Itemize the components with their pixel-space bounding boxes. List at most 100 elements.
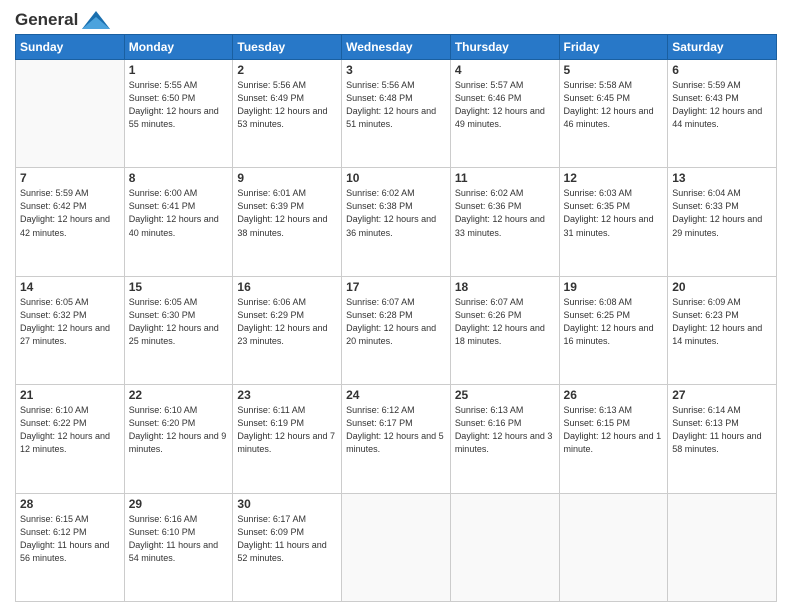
calendar-table: SundayMondayTuesdayWednesdayThursdayFrid… bbox=[15, 34, 777, 602]
day-cell: 12 Sunrise: 6:03 AMSunset: 6:35 PMDayligh… bbox=[559, 168, 668, 276]
day-cell: 11Sunrise: 6:02 AMSunset: 6:36 PMDayligh… bbox=[450, 168, 559, 276]
day-number: 21 bbox=[20, 388, 120, 402]
day-cell bbox=[559, 493, 668, 601]
cell-info: Sunrise: 6:09 AMSunset: 6:23 PMDaylight:… bbox=[672, 296, 772, 348]
cell-info: Sunrise: 5:55 AMSunset: 6:50 PMDaylight:… bbox=[129, 79, 229, 131]
cell-info: Sunrise: 6:07 AMSunset: 6:28 PMDaylight:… bbox=[346, 296, 446, 348]
day-number: 25 bbox=[455, 388, 555, 402]
day-cell: 18 Sunrise: 6:07 AMSunset: 6:26 PMDayligh… bbox=[450, 276, 559, 384]
day-header-friday: Friday bbox=[559, 35, 668, 60]
day-cell: 29 Sunrise: 6:16 AMSunset: 6:10 PMDayligh… bbox=[124, 493, 233, 601]
day-cell: 25 Sunrise: 6:13 AMSunset: 6:16 PMDayligh… bbox=[450, 385, 559, 493]
cell-info: Sunrise: 5:57 AMSunset: 6:46 PMDaylight:… bbox=[455, 79, 555, 131]
day-number: 16 bbox=[237, 280, 337, 294]
day-cell: 6 Sunrise: 5:59 AMSunset: 6:43 PMDaylight… bbox=[668, 60, 777, 168]
day-header-sunday: Sunday bbox=[16, 35, 125, 60]
day-cell: 5 Sunrise: 5:58 AMSunset: 6:45 PMDaylight… bbox=[559, 60, 668, 168]
cell-info: Sunrise: 6:10 AMSunset: 6:20 PMDaylight:… bbox=[129, 404, 229, 456]
day-number: 10 bbox=[346, 171, 446, 185]
day-cell: 3Sunrise: 5:56 AMSunset: 6:48 PMDaylight… bbox=[342, 60, 451, 168]
day-number: 17 bbox=[346, 280, 446, 294]
day-cell: 7 Sunrise: 5:59 AMSunset: 6:42 PMDaylight… bbox=[16, 168, 125, 276]
day-cell: 15 Sunrise: 6:05 AMSunset: 6:30 PMDayligh… bbox=[124, 276, 233, 384]
week-row-3: 14Sunrise: 6:05 AMSunset: 6:32 PMDayligh… bbox=[16, 276, 777, 384]
cell-info: Sunrise: 6:03 AMSunset: 6:35 PMDaylight:… bbox=[564, 187, 664, 239]
week-row-5: 28Sunrise: 6:15 AMSunset: 6:12 PMDayligh… bbox=[16, 493, 777, 601]
cell-info: Sunrise: 5:59 AMSunset: 6:42 PMDaylight:… bbox=[20, 187, 120, 239]
day-number: 18 bbox=[455, 280, 555, 294]
cell-info: Sunrise: 6:05 AMSunset: 6:30 PMDaylight:… bbox=[129, 296, 229, 348]
day-number: 7 bbox=[20, 171, 120, 185]
day-number: 8 bbox=[129, 171, 229, 185]
day-cell: 16 Sunrise: 6:06 AMSunset: 6:29 PMDayligh… bbox=[233, 276, 342, 384]
cell-info: Sunrise: 6:16 AMSunset: 6:10 PMDaylight:… bbox=[129, 513, 229, 565]
calendar-page: General SundayMondayTuesdayWednesdayThur… bbox=[0, 0, 792, 612]
day-cell: 26 Sunrise: 6:13 AMSunset: 6:15 PMDayligh… bbox=[559, 385, 668, 493]
day-number: 1 bbox=[129, 63, 229, 77]
day-cell: 28Sunrise: 6:15 AMSunset: 6:12 PMDayligh… bbox=[16, 493, 125, 601]
day-number: 9 bbox=[237, 171, 337, 185]
day-number: 22 bbox=[129, 388, 229, 402]
logo: General bbox=[15, 10, 110, 28]
day-header-thursday: Thursday bbox=[450, 35, 559, 60]
day-cell: 13 Sunrise: 6:04 AMSunset: 6:33 PMDayligh… bbox=[668, 168, 777, 276]
day-number: 12 bbox=[564, 171, 664, 185]
day-cell: 27Sunrise: 6:14 AMSunset: 6:13 PMDayligh… bbox=[668, 385, 777, 493]
logo-icon bbox=[82, 11, 110, 29]
day-cell: 17 Sunrise: 6:07 AMSunset: 6:28 PMDayligh… bbox=[342, 276, 451, 384]
day-number: 15 bbox=[129, 280, 229, 294]
day-cell: 20 Sunrise: 6:09 AMSunset: 6:23 PMDayligh… bbox=[668, 276, 777, 384]
day-number: 28 bbox=[20, 497, 120, 511]
cell-info: Sunrise: 6:06 AMSunset: 6:29 PMDaylight:… bbox=[237, 296, 337, 348]
day-number: 20 bbox=[672, 280, 772, 294]
cell-info: Sunrise: 5:56 AMSunset: 6:49 PMDaylight:… bbox=[237, 79, 337, 131]
day-number: 3 bbox=[346, 63, 446, 77]
cell-info: Sunrise: 6:01 AMSunset: 6:39 PMDaylight:… bbox=[237, 187, 337, 239]
header: General bbox=[15, 10, 777, 28]
cell-info: Sunrise: 5:59 AMSunset: 6:43 PMDaylight:… bbox=[672, 79, 772, 131]
cell-info: Sunrise: 6:13 AMSunset: 6:16 PMDaylight:… bbox=[455, 404, 555, 456]
day-cell: 14Sunrise: 6:05 AMSunset: 6:32 PMDayligh… bbox=[16, 276, 125, 384]
day-cell bbox=[450, 493, 559, 601]
cell-info: Sunrise: 6:10 AMSunset: 6:22 PMDaylight:… bbox=[20, 404, 120, 456]
cell-info: Sunrise: 6:17 AMSunset: 6:09 PMDaylight:… bbox=[237, 513, 337, 565]
cell-info: Sunrise: 6:07 AMSunset: 6:26 PMDaylight:… bbox=[455, 296, 555, 348]
day-number: 19 bbox=[564, 280, 664, 294]
cell-info: Sunrise: 6:05 AMSunset: 6:32 PMDaylight:… bbox=[20, 296, 120, 348]
day-cell: 4 Sunrise: 5:57 AMSunset: 6:46 PMDaylight… bbox=[450, 60, 559, 168]
day-cell: 19 Sunrise: 6:08 AMSunset: 6:25 PMDayligh… bbox=[559, 276, 668, 384]
day-cell: 24Sunrise: 6:12 AMSunset: 6:17 PMDayligh… bbox=[342, 385, 451, 493]
cell-info: Sunrise: 6:02 AMSunset: 6:36 PMDaylight:… bbox=[455, 187, 555, 239]
day-cell: 30 Sunrise: 6:17 AMSunset: 6:09 PMDayligh… bbox=[233, 493, 342, 601]
day-number: 6 bbox=[672, 63, 772, 77]
day-number: 30 bbox=[237, 497, 337, 511]
cell-info: Sunrise: 6:13 AMSunset: 6:15 PMDaylight:… bbox=[564, 404, 664, 456]
cell-info: Sunrise: 5:58 AMSunset: 6:45 PMDaylight:… bbox=[564, 79, 664, 131]
day-cell: 23Sunrise: 6:11 AMSunset: 6:19 PMDayligh… bbox=[233, 385, 342, 493]
day-header-monday: Monday bbox=[124, 35, 233, 60]
day-number: 13 bbox=[672, 171, 772, 185]
cell-info: Sunrise: 6:00 AMSunset: 6:41 PMDaylight:… bbox=[129, 187, 229, 239]
day-number: 5 bbox=[564, 63, 664, 77]
day-cell: 1 Sunrise: 5:55 AMSunset: 6:50 PMDaylight… bbox=[124, 60, 233, 168]
day-number: 23 bbox=[237, 388, 337, 402]
day-header-saturday: Saturday bbox=[668, 35, 777, 60]
day-cell: 22 Sunrise: 6:10 AMSunset: 6:20 PMDayligh… bbox=[124, 385, 233, 493]
day-number: 26 bbox=[564, 388, 664, 402]
day-cell bbox=[16, 60, 125, 168]
day-header-tuesday: Tuesday bbox=[233, 35, 342, 60]
day-cell: 21 Sunrise: 6:10 AMSunset: 6:22 PMDayligh… bbox=[16, 385, 125, 493]
day-number: 29 bbox=[129, 497, 229, 511]
day-number: 24 bbox=[346, 388, 446, 402]
day-cell bbox=[668, 493, 777, 601]
day-number: 27 bbox=[672, 388, 772, 402]
day-cell bbox=[342, 493, 451, 601]
cell-info: Sunrise: 6:04 AMSunset: 6:33 PMDaylight:… bbox=[672, 187, 772, 239]
calendar-header-row: SundayMondayTuesdayWednesdayThursdayFrid… bbox=[16, 35, 777, 60]
day-cell: 8 Sunrise: 6:00 AMSunset: 6:41 PMDaylight… bbox=[124, 168, 233, 276]
day-number: 4 bbox=[455, 63, 555, 77]
cell-info: Sunrise: 6:08 AMSunset: 6:25 PMDaylight:… bbox=[564, 296, 664, 348]
logo-general: General bbox=[15, 10, 78, 30]
cell-info: Sunrise: 6:02 AMSunset: 6:38 PMDaylight:… bbox=[346, 187, 446, 239]
week-row-4: 21 Sunrise: 6:10 AMSunset: 6:22 PMDayligh… bbox=[16, 385, 777, 493]
